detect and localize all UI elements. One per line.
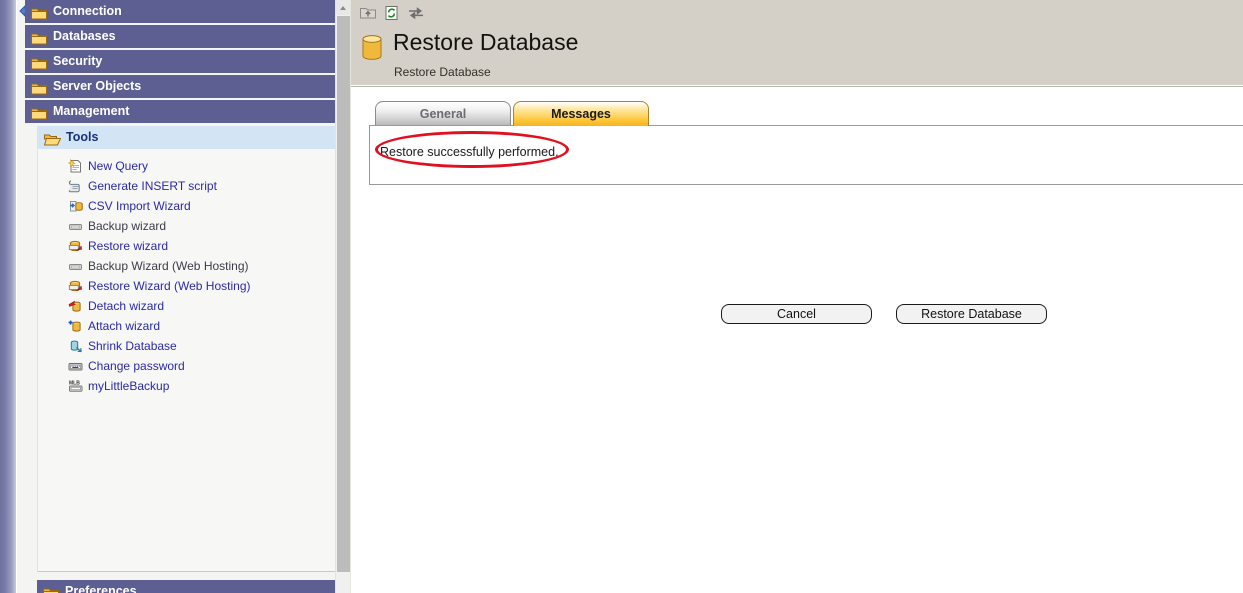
- scrollbar-thumb[interactable]: [337, 16, 350, 572]
- sidebar-group-label: Management: [53, 104, 129, 118]
- sidebar-item-shrink-database[interactable]: Shrink Database: [38, 336, 335, 356]
- tab-messages[interactable]: Messages: [513, 101, 649, 126]
- folder-closed-icon: [31, 105, 47, 123]
- folder-closed-icon: [31, 80, 47, 98]
- messages-panel: Restore successfully performed.: [369, 125, 1243, 185]
- sidebar-group-tools[interactable]: Tools: [38, 126, 335, 149]
- sidebar-item-label: Detach wizard: [88, 299, 164, 313]
- sidebar-item-generate-insert-script[interactable]: Generate INSERT script: [38, 176, 335, 196]
- sidebar-item-label: Change password: [88, 359, 185, 373]
- status-message: Restore successfully performed.: [380, 145, 559, 159]
- folder-closed-icon: [43, 585, 59, 593]
- sidebar-group-label: Databases: [53, 29, 116, 43]
- sidebar-group-security[interactable]: Security: [25, 50, 335, 73]
- header-toolbar: [359, 4, 425, 22]
- sidebar-item-label: New Query: [88, 159, 148, 173]
- sidebar-item-label: CSV Import Wizard: [88, 199, 191, 213]
- sidebar-item-change-password[interactable]: Change password: [38, 356, 335, 376]
- page-title-row: Restore Database: [361, 28, 578, 65]
- sidebar-item-detach-wizard[interactable]: Detach wizard: [38, 296, 335, 316]
- sidebar-group-preferences[interactable]: Preferences: [37, 580, 335, 593]
- sidebar-item-label: Restore wizard: [88, 239, 168, 253]
- folder-closed-icon: [31, 55, 47, 73]
- sidebar-item-restore-wizard[interactable]: Restore wizard: [38, 236, 335, 256]
- sidebar-item-label: Generate INSERT script: [88, 179, 217, 193]
- tab-general[interactable]: General: [375, 101, 511, 126]
- tabstrip: General Messages: [369, 100, 1243, 126]
- mlb-icon: MLB: [68, 379, 84, 400]
- page-subtitle: Restore Database: [394, 65, 491, 79]
- sidebar-item-label: Restore Wizard (Web Hosting): [88, 279, 251, 293]
- scroll-up-button[interactable]: [336, 0, 351, 15]
- brand-rail: myLittleAdmin for SQL Server: [0, 0, 16, 593]
- page-header: Restore Database Restore Database: [351, 0, 1243, 87]
- sidebar-item-label: Attach wizard: [88, 319, 160, 333]
- sidebar-group-label: Tools: [66, 130, 98, 144]
- folder-open-icon: [44, 131, 61, 149]
- tab-label: Messages: [551, 107, 611, 121]
- page-title: Restore Database: [393, 28, 578, 56]
- database-cylinder-icon: [361, 34, 383, 65]
- sidebar-item-restore-wizard-web-hosting[interactable]: Restore Wizard (Web Hosting): [38, 276, 335, 296]
- folder-closed-icon: [31, 5, 47, 23]
- sidebar-group-databases[interactable]: Databases: [25, 25, 335, 48]
- sidebar-group-label: Security: [53, 54, 102, 68]
- sidebar-tree: Connection Databases: [16, 0, 335, 593]
- sidebar-item-label: Backup Wizard (Web Hosting): [88, 259, 249, 273]
- sidebar-group-connection[interactable]: Connection: [25, 0, 335, 23]
- sidebar-item-attach-wizard[interactable]: Attach wizard: [38, 316, 335, 336]
- main-content: Restore Database Restore Database Genera…: [350, 0, 1243, 593]
- folder-closed-icon: [31, 30, 47, 48]
- restore-database-button[interactable]: Restore Database: [896, 304, 1047, 324]
- sidebar-item-backup-wizard-web-hosting[interactable]: Backup Wizard (Web Hosting): [38, 256, 335, 276]
- sidebar-item-csv-import-wizard[interactable]: CSV Import Wizard: [38, 196, 335, 216]
- sidebar-item-label: Shrink Database: [88, 339, 177, 353]
- sidebar-item-new-query[interactable]: New Query: [38, 156, 335, 176]
- sidebar-item-label: myLittleBackup: [88, 379, 169, 393]
- tab-label: General: [420, 107, 467, 121]
- chevron-up-icon: [340, 6, 346, 10]
- sidebar-group-management[interactable]: Management: [25, 100, 335, 123]
- sidebar-item-backup-wizard[interactable]: Backup wizard: [38, 216, 335, 236]
- sidebar-group-server-objects[interactable]: Server Objects: [25, 75, 335, 98]
- action-buttons: Cancel Restore Database: [721, 304, 1047, 324]
- sidebar-group-label: Preferences: [65, 584, 137, 593]
- sidebar-group-label: Server Objects: [53, 79, 141, 93]
- cancel-button[interactable]: Cancel: [721, 304, 872, 324]
- application-window: myLittleAdmin for SQL Server: [0, 0, 1243, 593]
- refresh-page-icon[interactable]: [383, 4, 401, 22]
- swap-arrows-icon[interactable]: [407, 4, 425, 22]
- sidebar-item-mylittlebackup[interactable]: MLB myLittleBackup: [38, 376, 335, 396]
- folder-up-icon[interactable]: [359, 4, 377, 22]
- tools-subtree: Tools New Query: [37, 126, 335, 572]
- sidebar-scrollbar[interactable]: [335, 0, 350, 593]
- tabs-area: General Messages Restore successfully pe…: [369, 100, 1243, 185]
- sidebar-item-label: Backup wizard: [88, 219, 166, 233]
- sidebar-group-label: Connection: [53, 4, 122, 18]
